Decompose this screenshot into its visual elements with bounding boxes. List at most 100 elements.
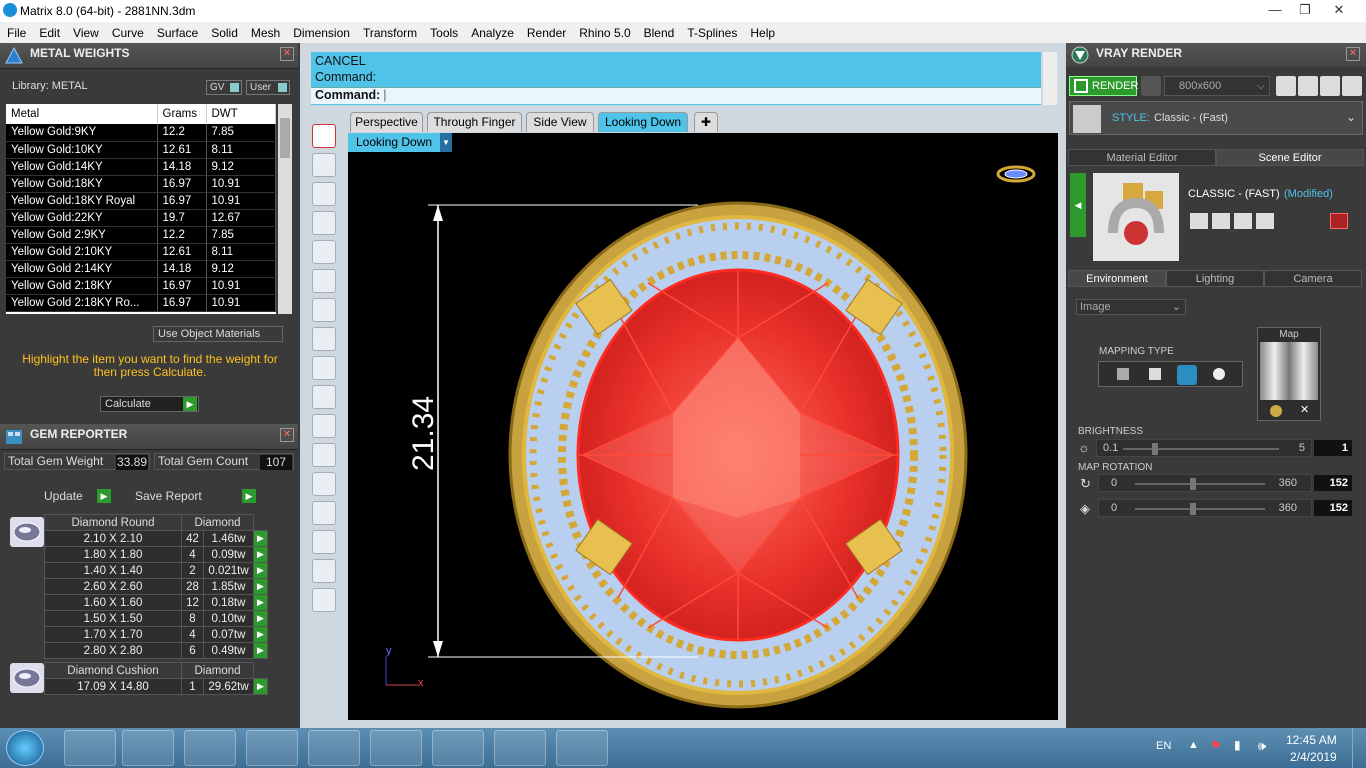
- tray-flag-icon[interactable]: ⚑: [1210, 738, 1222, 754]
- col-grams[interactable]: Grams: [157, 104, 207, 124]
- tab-side-view[interactable]: Side View: [526, 112, 594, 132]
- minimize-button[interactable]: —: [1260, 0, 1290, 20]
- metal-row[interactable]: Yellow Gold 2:18KY Ro... 16.97 10.91: [6, 294, 276, 312]
- mapping-plane-icon[interactable]: [1117, 368, 1129, 380]
- menu-item[interactable]: Tools: [423, 26, 464, 40]
- move-icon[interactable]: [312, 240, 336, 264]
- connect-icon[interactable]: [312, 211, 336, 235]
- update-button[interactable]: Update ▶: [40, 489, 112, 505]
- menu-item[interactable]: Curve: [105, 26, 150, 40]
- rotation-v-thumb[interactable]: [1189, 503, 1196, 515]
- brightness-slider[interactable]: 0.1 5: [1096, 439, 1312, 457]
- metal-table-scrollbar[interactable]: [278, 104, 292, 314]
- tab-perspective[interactable]: Perspective: [350, 112, 423, 132]
- tab-through-finger[interactable]: Through Finger: [427, 112, 522, 132]
- gem-select-arrow-icon[interactable]: ▶: [253, 610, 268, 627]
- menu-item[interactable]: Help: [743, 26, 781, 40]
- gumball-off-icon[interactable]: [312, 443, 336, 467]
- tab-camera[interactable]: Camera: [1264, 270, 1362, 287]
- metal-row[interactable]: Yellow Gold 2:10KY 12.61 8.11: [6, 243, 276, 261]
- gem-select-arrow-icon[interactable]: ▶: [253, 678, 268, 695]
- globe-icon[interactable]: [312, 182, 336, 206]
- menu-item[interactable]: File: [0, 26, 32, 40]
- command-scrollbar[interactable]: [1043, 52, 1057, 105]
- resolution-select[interactable]: 800x600 ⌵: [1164, 76, 1270, 96]
- taskbar-ie-icon[interactable]: [64, 730, 116, 766]
- import-scene-icon[interactable]: [1234, 213, 1252, 229]
- metal-row[interactable]: Yellow Gold:22KY 19.7 12.67: [6, 209, 276, 227]
- menu-item[interactable]: Solid: [204, 26, 244, 40]
- gem-select-arrow-icon[interactable]: ▶: [253, 562, 268, 579]
- tray-arrow-icon[interactable]: ▲: [1188, 739, 1199, 751]
- style-select[interactable]: STYLE: Classic - (Fast) ⌄: [1069, 101, 1363, 135]
- h-icon[interactable]: [312, 530, 336, 554]
- paint-icon[interactable]: [312, 414, 336, 438]
- menu-item[interactable]: View: [66, 26, 105, 40]
- gem-select-arrow-icon[interactable]: ▶: [253, 546, 268, 563]
- gem-select-arrow-icon[interactable]: ▶: [253, 594, 268, 611]
- add-tab-button[interactable]: ✚: [694, 112, 718, 132]
- metal-panel-close-icon[interactable]: ✕: [280, 47, 294, 61]
- person-icon[interactable]: [312, 559, 336, 583]
- user-toggle[interactable]: User: [246, 80, 290, 95]
- stop-icon[interactable]: [312, 124, 336, 148]
- taskbar-paint-icon[interactable]: [556, 730, 608, 766]
- box4-icon[interactable]: [312, 356, 336, 380]
- col-metal[interactable]: Metal: [6, 104, 158, 124]
- brightness-value[interactable]: 1: [1314, 440, 1352, 456]
- gem-panel-close-icon[interactable]: ✕: [280, 428, 294, 442]
- map-color-icon[interactable]: [1270, 405, 1282, 417]
- rewind-icon[interactable]: [1276, 76, 1296, 96]
- metal-row[interactable]: Yellow Gold:10KY 12.61 8.11: [6, 141, 276, 159]
- metal-row[interactable]: Yellow Gold 2:9KY 12.2 7.85: [6, 226, 276, 244]
- collapse-toggle[interactable]: ◀: [1070, 173, 1086, 237]
- box3-icon[interactable]: [312, 327, 336, 351]
- reset-scene-icon[interactable]: [1330, 213, 1348, 229]
- tray-network-icon[interactable]: ▮: [1234, 738, 1241, 752]
- map-slot[interactable]: Map ✕: [1257, 327, 1321, 421]
- close-button[interactable]: ✕: [1324, 0, 1354, 20]
- gem-select-arrow-icon[interactable]: ▶: [253, 626, 268, 643]
- frame-buffer-icon[interactable]: [1298, 76, 1318, 96]
- render-options-icon[interactable]: [1141, 76, 1161, 96]
- tab-material-editor[interactable]: Material Editor: [1068, 149, 1216, 166]
- menu-item[interactable]: Analyze: [464, 26, 520, 40]
- tray-volume-icon[interactable]: 🕪: [1258, 738, 1266, 754]
- brightness-thumb[interactable]: [1151, 443, 1158, 455]
- metal-row[interactable]: Yellow Gold:18KY Royal 16.97 10.91: [6, 192, 276, 210]
- taskbar-media-icon[interactable]: [184, 730, 236, 766]
- gem-select-arrow-icon[interactable]: ▶: [253, 642, 268, 659]
- mapping-cube-icon[interactable]: [1149, 368, 1161, 380]
- taskbar-viber-icon[interactable]: [246, 730, 298, 766]
- gem-select-arrow-icon[interactable]: ▶: [253, 530, 268, 547]
- tab-scene-editor[interactable]: Scene Editor: [1216, 149, 1364, 166]
- taskbar-app-icon[interactable]: [370, 730, 422, 766]
- list-icon[interactable]: [1320, 76, 1340, 96]
- gem-select-arrow-icon[interactable]: ▶: [253, 578, 268, 595]
- tray-time[interactable]: 12:45 AM: [1286, 733, 1337, 747]
- export-scene-icon[interactable]: [1256, 213, 1274, 229]
- calculate-button[interactable]: Calculate ▶: [100, 396, 199, 412]
- menu-item[interactable]: Blend: [637, 26, 681, 40]
- menu-item[interactable]: Dimension: [286, 26, 356, 40]
- start-button[interactable]: [6, 730, 44, 766]
- snap-icon[interactable]: [312, 153, 336, 177]
- taskbar-notes-icon[interactable]: [432, 730, 484, 766]
- transform-icon[interactable]: [312, 501, 336, 525]
- render-button[interactable]: RENDER: [1069, 76, 1138, 96]
- vray-close-icon[interactable]: ✕: [1346, 47, 1360, 61]
- menu-item[interactable]: Edit: [32, 26, 66, 40]
- show-desktop-button[interactable]: [1352, 728, 1366, 768]
- metal-row[interactable]: Yellow Gold 2:14KY 14.18 9.12: [6, 260, 276, 278]
- environment-type-select[interactable]: Image ⌄: [1076, 299, 1186, 315]
- menu-item[interactable]: Mesh: [244, 26, 286, 40]
- menu-item[interactable]: Render: [520, 26, 572, 40]
- viewport[interactable]: Looking Down ▼ 21.34 y x: [348, 133, 1058, 720]
- tray-date[interactable]: 2/4/2019: [1290, 750, 1337, 764]
- mapping-sphere-icon[interactable]: [1177, 365, 1197, 385]
- rotation-h-value[interactable]: 152: [1314, 475, 1352, 491]
- rotation-h-thumb[interactable]: [1189, 478, 1196, 490]
- gv-toggle[interactable]: GV: [206, 80, 242, 95]
- metal-row[interactable]: Yellow Gold 2:18KY 16.97 10.91: [6, 277, 276, 295]
- menu-item[interactable]: T-Splines: [680, 26, 743, 40]
